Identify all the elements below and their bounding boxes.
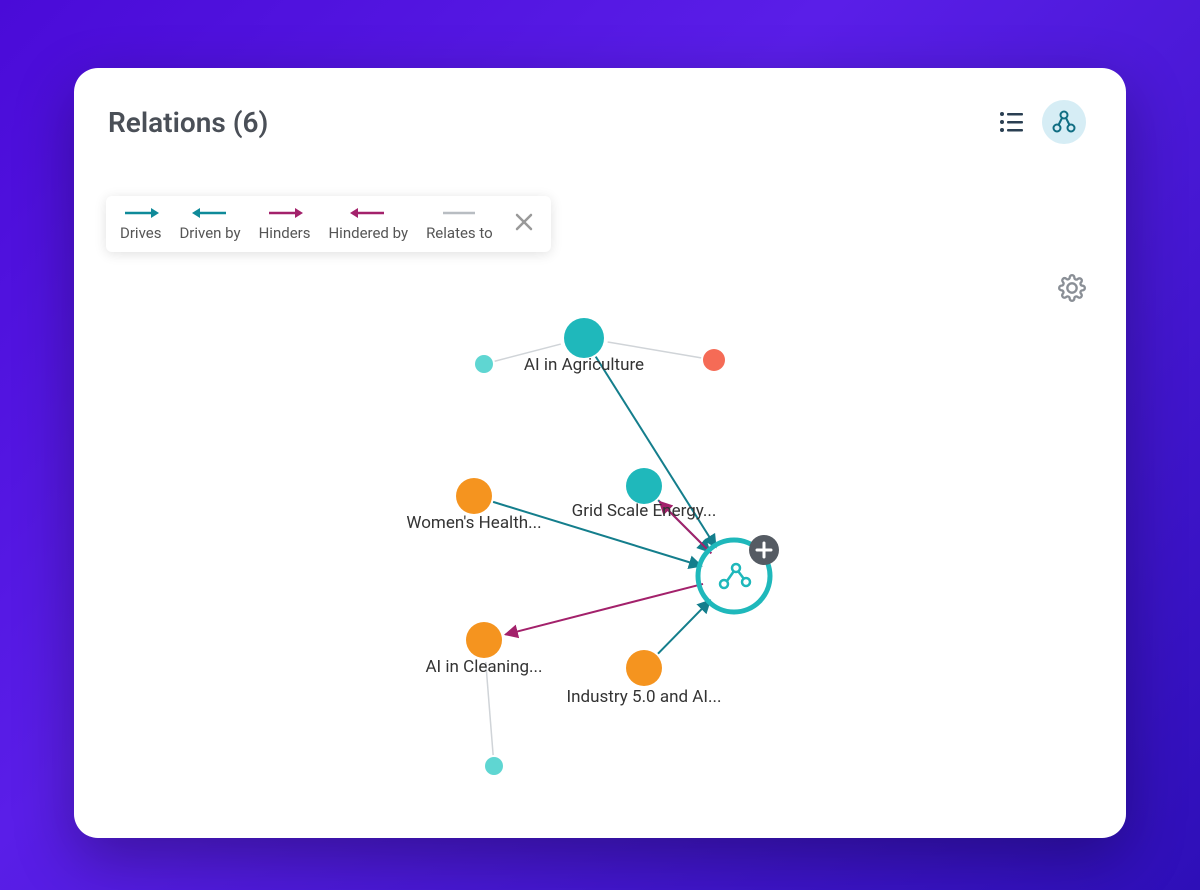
legend-close-button[interactable] [511, 212, 537, 237]
gear-icon [1058, 274, 1086, 302]
node-ai-ag[interactable] [564, 318, 604, 358]
node-industry[interactable] [626, 650, 662, 686]
node-small1[interactable] [475, 355, 493, 373]
node-label: Women's Health... [406, 513, 541, 533]
legend-item-drives: Drives [120, 206, 161, 242]
panel-title: Relations (6) [108, 106, 268, 139]
legend-arrow-icon [192, 206, 228, 220]
legend-arrow-icon [123, 206, 159, 220]
legend-item-hinders: Hinders [259, 206, 311, 242]
edge-drives [658, 600, 710, 653]
legend-item-label: Driven by [179, 224, 240, 242]
legend-item-label: Drives [120, 224, 161, 242]
legend-item-hindered-by: Hindered by [328, 206, 408, 242]
panel-header: Relations (6) [74, 68, 1126, 144]
legend-item-driven-by: Driven by [179, 206, 240, 242]
list-view-button[interactable] [990, 100, 1034, 144]
node-label: Industry 5.0 and AI... [567, 687, 722, 707]
legend-item-label: Hinders [259, 224, 311, 242]
node-cleaning[interactable] [466, 622, 502, 658]
legend-arrow-icon [441, 206, 477, 220]
node-grid[interactable] [626, 468, 662, 504]
node-label: AI in Cleaning... [425, 657, 542, 677]
title-text: Relations [108, 106, 226, 139]
legend-item-label: Hindered by [328, 224, 408, 242]
relation-legend: Drives Driven by Hinders Hindered by Relates… [106, 196, 551, 252]
close-icon [515, 213, 533, 231]
node-label: AI in Agriculture [524, 355, 644, 375]
graph-icon [1051, 109, 1077, 135]
legend-item-relates-to: Relates to [426, 206, 493, 242]
list-icon [999, 111, 1025, 133]
legend-item-label: Relates to [426, 224, 493, 242]
relation-graph[interactable]: AI in Agriculture Grid Scale Energy... Wom… [74, 68, 1126, 838]
graph-view-button[interactable] [1042, 100, 1086, 144]
relations-panel: Relations (6) [74, 68, 1126, 838]
edge-hinders [505, 584, 703, 635]
title-count: 6 [242, 106, 258, 139]
node-small2[interactable] [703, 349, 725, 371]
node-small3[interactable] [485, 757, 503, 775]
node-label: Grid Scale Energy... [572, 501, 717, 521]
legend-arrow-icon [267, 206, 303, 220]
node-womens[interactable] [456, 478, 492, 514]
settings-button[interactable] [1058, 274, 1086, 306]
legend-arrow-icon [350, 206, 386, 220]
view-toggles [990, 100, 1086, 144]
